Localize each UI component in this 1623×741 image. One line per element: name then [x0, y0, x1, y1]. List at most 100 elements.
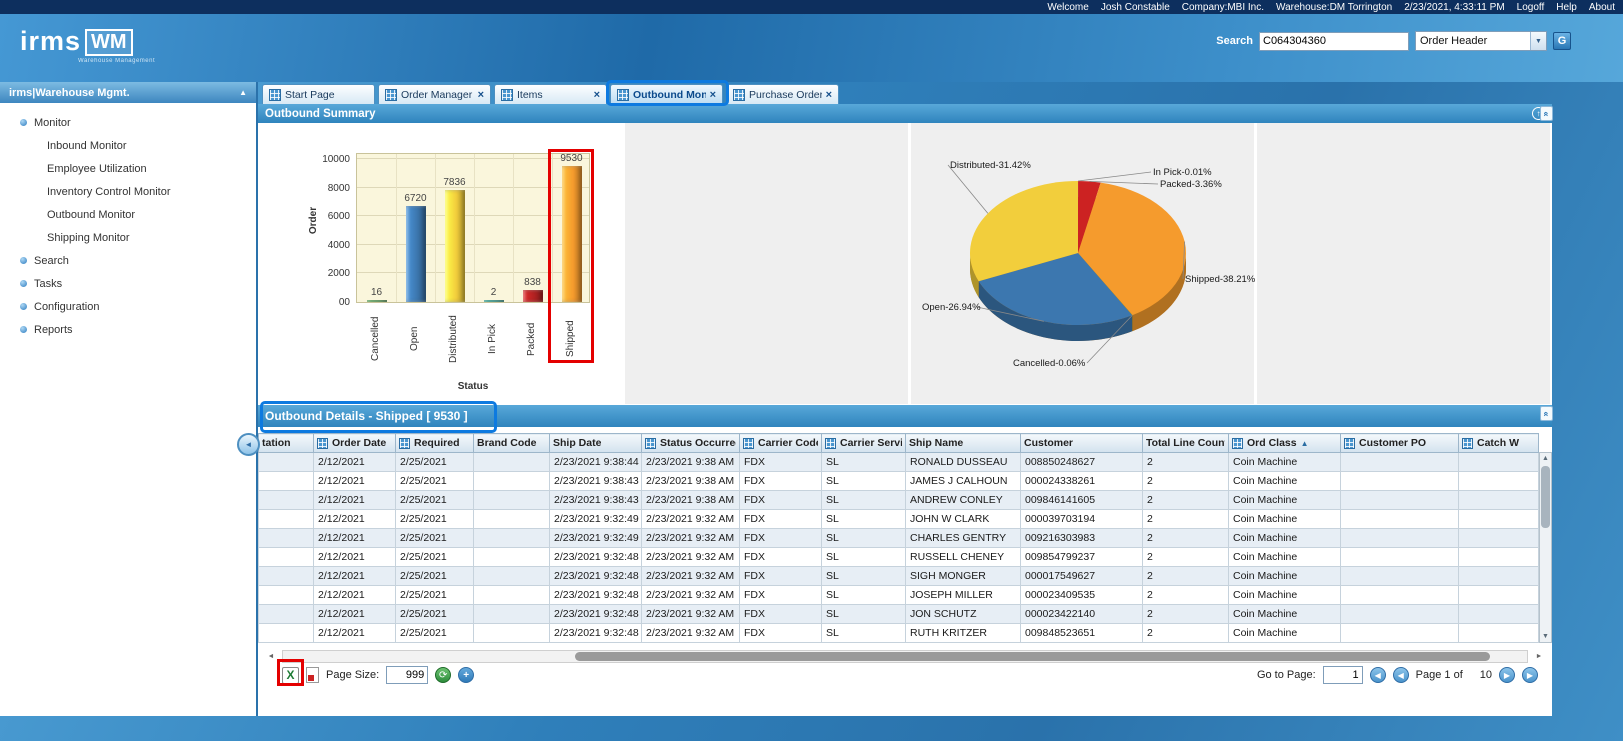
collapse-summary-gutter-icon[interactable]: «: [1540, 106, 1553, 121]
column-header-customer-po[interactable]: Customer PO: [1340, 433, 1459, 453]
tab-items[interactable]: Items ×: [494, 84, 607, 104]
table-row[interactable]: 2/12/20212/25/2021 2/23/2021 9:32:49 AM2/…: [258, 509, 1539, 529]
logo-wm-badge: WM: [85, 29, 133, 56]
column-header-order-date[interactable]: Order Date: [313, 433, 396, 453]
refresh-button[interactable]: ⟳: [435, 667, 452, 683]
details-table-body: 2/12/20212/25/20212/23/2021 9:38:44 AM2/…: [258, 452, 1539, 643]
table-row[interactable]: 2/12/20212/25/2021 2/23/2021 9:38:43 AM2/…: [258, 471, 1539, 491]
bar-chart-y-tick-label: 2000: [327, 268, 350, 280]
table-cell: 2/12/2021: [313, 490, 396, 510]
table-cell: [258, 566, 314, 586]
scroll-up-icon[interactable]: ▲: [1542, 453, 1549, 464]
table-cell: [1340, 604, 1459, 624]
column-header-catch-w[interactable]: Catch W: [1458, 433, 1539, 453]
tab-order-manager[interactable]: Order Manager ×: [378, 84, 491, 104]
about-link[interactable]: About: [1589, 2, 1615, 13]
last-page-button[interactable]: ▶: [1522, 667, 1538, 683]
column-header-carrier-code[interactable]: Carrier Code: [739, 433, 822, 453]
table-cell: CHARLES GENTRY: [905, 528, 1021, 548]
tab-close-icon[interactable]: ×: [710, 89, 716, 101]
tab-outbound-monit[interactable]: Outbound Monit... ×: [610, 84, 723, 104]
column-header-total-line-count[interactable]: Total Line Count: [1142, 433, 1229, 453]
sidebar-item-reports[interactable]: Reports: [0, 318, 256, 341]
sidebar-collapse-arrow-icon[interactable]: ▲: [239, 88, 247, 97]
table-toolbar: X Page Size: ⟳ + Go to Page: ◀ ◀ Page 1 …: [258, 663, 1552, 687]
table-row[interactable]: 2/12/20212/25/2021 2/23/2021 9:32:49 AM2/…: [258, 528, 1539, 548]
bar-value-label: 7836: [443, 177, 466, 189]
tab-close-icon[interactable]: ×: [478, 89, 484, 101]
page-size-input[interactable]: [386, 666, 429, 684]
help-link[interactable]: Help: [1556, 2, 1577, 13]
bar-x-tick-label: In Pick: [487, 324, 498, 355]
column-header-ship-name[interactable]: Ship Name: [905, 433, 1021, 453]
bar-distributed[interactable]: [444, 190, 465, 302]
excel-export-icon[interactable]: X: [282, 666, 299, 684]
column-header-brand-code[interactable]: Brand Code: [473, 433, 550, 453]
collapse-sidebar-button[interactable]: ◄: [237, 433, 260, 456]
table-cell: FDX: [739, 471, 822, 491]
search-go-button[interactable]: G: [1553, 32, 1571, 50]
sidebar-item-inbound-monitor[interactable]: Inbound Monitor: [0, 134, 256, 157]
table-cell: [473, 585, 550, 605]
tab-close-icon[interactable]: ×: [594, 89, 600, 101]
next-page-button[interactable]: ▶: [1499, 667, 1515, 683]
collapse-details-gutter-icon[interactable]: «: [1540, 406, 1553, 421]
table-row[interactable]: 2/12/20212/25/2021 2/23/2021 9:32:48 AM2/…: [258, 547, 1539, 567]
table-row[interactable]: 2/12/20212/25/2021 2/23/2021 9:32:48 AM2/…: [258, 585, 1539, 605]
column-label: Required: [414, 437, 460, 449]
bar-cancelled[interactable]: [366, 300, 387, 302]
table-row[interactable]: 2/12/20212/25/2021 2/23/2021 9:32:48 AM2/…: [258, 566, 1539, 586]
goto-page-input[interactable]: [1322, 666, 1363, 684]
sidebar-item-label: Search: [34, 254, 69, 267]
table-cell: 000039703194: [1020, 509, 1143, 529]
sidebar-item-search[interactable]: Search: [0, 249, 256, 272]
table-row[interactable]: 2/12/20212/25/2021 2/23/2021 9:38:43 AM2/…: [258, 490, 1539, 510]
bar-packed[interactable]: [522, 290, 543, 302]
column-header-ord-class[interactable]: Ord Class ▲: [1228, 433, 1341, 453]
table-row[interactable]: 2/12/20212/25/2021 2/23/2021 9:32:48 AM2/…: [258, 623, 1539, 643]
bar-open[interactable]: [405, 206, 426, 302]
tab-start-page[interactable]: Start Page: [262, 84, 375, 104]
table-cell: FDX: [739, 509, 822, 529]
table-cell: SL: [821, 452, 906, 472]
column-header-status-occurred[interactable]: Status Occurred: [641, 433, 740, 453]
table-row[interactable]: 2/12/20212/25/2021 2/23/2021 9:32:48 AM2/…: [258, 604, 1539, 624]
search-input[interactable]: [1259, 31, 1409, 51]
column-header-tation[interactable]: tation: [258, 433, 314, 453]
sidebar-item-tasks[interactable]: Tasks: [0, 272, 256, 295]
column-header-required[interactable]: Required: [395, 433, 474, 453]
sidebar-item-inventory-control-monitor[interactable]: Inventory Control Monitor: [0, 180, 256, 203]
first-page-button[interactable]: ◀: [1369, 667, 1386, 683]
tab-purchase-order[interactable]: Purchase Order... ×: [726, 84, 839, 104]
table-row[interactable]: 2/12/20212/25/2021 2/23/2021 9:38:44 AM2/…: [258, 452, 1539, 472]
main-content: Start Page Order Manager × Items × Outbound M…: [258, 82, 1552, 716]
export-file-icon[interactable]: [306, 667, 319, 683]
sidebar-item-employee-utilization[interactable]: Employee Utilization: [0, 157, 256, 180]
column-header-carrier-service[interactable]: Carrier Service: [821, 433, 906, 453]
column-header-ship-date[interactable]: Ship Date: [549, 433, 642, 453]
pan-button[interactable]: +: [458, 667, 475, 683]
scroll-down-icon[interactable]: ▼: [1542, 631, 1549, 642]
logoff-link[interactable]: Logoff: [1517, 2, 1545, 13]
vertical-scrollbar[interactable]: ▲ ▼: [1539, 452, 1552, 643]
sidebar-item-monitor[interactable]: Monitor: [0, 111, 256, 134]
sidebar-item-shipping-monitor[interactable]: Shipping Monitor: [0, 226, 256, 249]
sidebar-item-outbound-monitor[interactable]: Outbound Monitor: [0, 203, 256, 226]
horizontal-scroll-thumb[interactable]: [575, 652, 1490, 661]
scroll-left-icon[interactable]: ◄: [265, 651, 277, 662]
sidebar-header: irms|Warehouse Mgmt. ▲: [0, 82, 256, 103]
bar-in-pick[interactable]: [483, 300, 504, 302]
vertical-scroll-thumb[interactable]: [1541, 466, 1550, 528]
bar-shipped[interactable]: [561, 165, 582, 302]
sidebar-item-configuration[interactable]: Configuration: [0, 295, 256, 318]
column-header-customer[interactable]: Customer: [1020, 433, 1143, 453]
scroll-right-icon[interactable]: ►: [1533, 651, 1545, 662]
table-cell: [1458, 528, 1539, 548]
horizontal-scrollbar[interactable]: ◄ ►: [268, 650, 1542, 663]
table-cell: 2: [1142, 471, 1229, 491]
table-cell: 008850248627: [1020, 452, 1143, 472]
tab-close-icon[interactable]: ×: [826, 89, 832, 101]
chevron-down-icon[interactable]: ▼: [1530, 32, 1546, 50]
search-category-select[interactable]: Order Header ▼: [1415, 31, 1547, 51]
previous-page-button[interactable]: ◀: [1392, 667, 1409, 683]
